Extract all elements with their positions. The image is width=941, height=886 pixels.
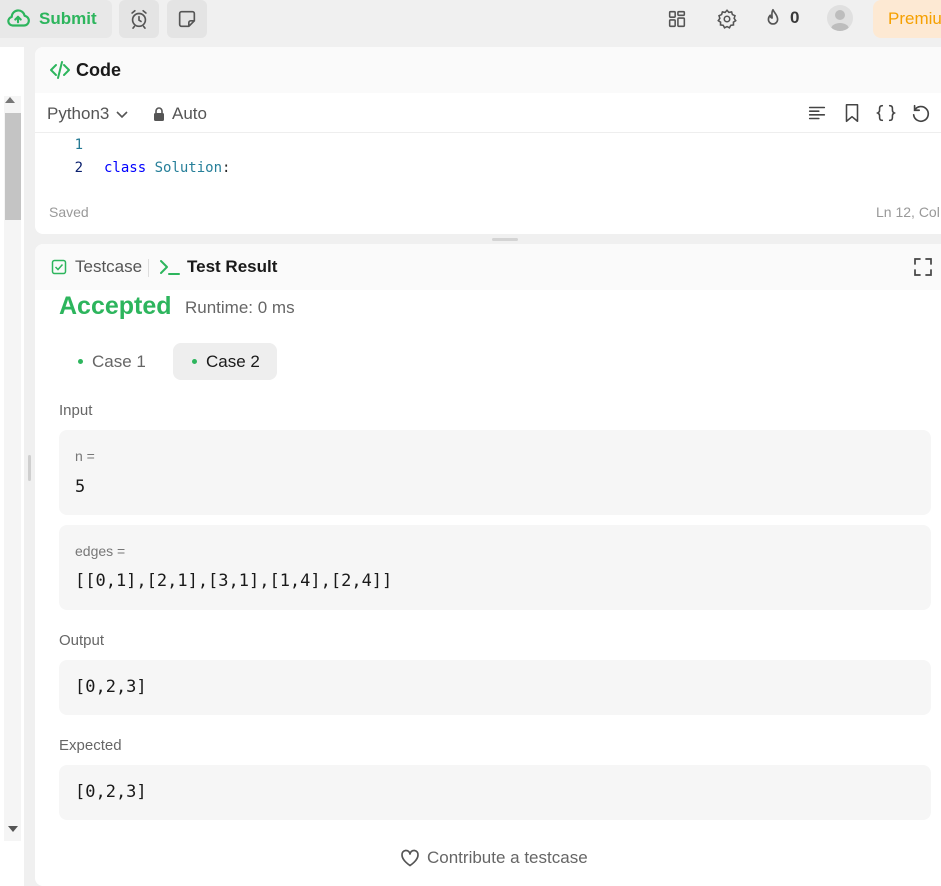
scroll-up-arrow-icon[interactable] xyxy=(5,97,15,103)
code-line: 1 xyxy=(35,135,941,158)
code-punctuation: : xyxy=(222,160,231,176)
output-box: [0,2,3] xyxy=(59,660,931,715)
terminal-icon xyxy=(160,260,180,275)
code-editor[interactable]: 1 2 class Solution: xyxy=(35,135,941,181)
note-button[interactable] xyxy=(167,0,207,38)
code-line: 2 class Solution: xyxy=(35,158,941,181)
code-text: class Solution: xyxy=(104,160,230,176)
line-number: 2 xyxy=(74,160,83,176)
gear-icon xyxy=(717,9,737,29)
line-number: 1 xyxy=(74,137,83,153)
note-icon xyxy=(178,10,196,28)
streak-count: 0 xyxy=(790,8,800,27)
scrollbar-thumb[interactable] xyxy=(5,113,21,220)
tab-test-result[interactable]: Test Result xyxy=(159,257,277,277)
output-value: [0,2,3] xyxy=(75,677,147,697)
alarm-clock-icon xyxy=(131,9,147,29)
verdict-label: Accepted xyxy=(59,292,172,320)
expand-icon[interactable] xyxy=(913,257,933,277)
premium-button[interactable]: Premiu xyxy=(873,0,941,38)
tab-test-result-label: Test Result xyxy=(187,257,278,276)
output-section-label: Output xyxy=(59,632,105,649)
layout-button[interactable] xyxy=(665,7,689,31)
result-panel-header: Testcase Test Result xyxy=(35,244,941,290)
input-var-value: [[0,1],[2,1],[3,1],[1,4],[2,4]] xyxy=(75,571,393,591)
format-icon[interactable] xyxy=(806,102,828,124)
input-var-name: edges = xyxy=(75,543,126,559)
pass-dot-icon xyxy=(78,359,83,364)
streak-counter[interactable]: 0 xyxy=(762,6,799,30)
cloud-upload-icon xyxy=(7,9,30,27)
fire-icon xyxy=(767,8,779,25)
input-section-label: Input xyxy=(59,402,93,419)
saved-status: Saved xyxy=(49,204,89,220)
case-tab-1[interactable]: Case 1 xyxy=(59,343,159,380)
code-icon xyxy=(50,61,70,79)
reset-icon[interactable] xyxy=(910,102,932,124)
cursor-position: Ln 12, Col xyxy=(876,204,940,220)
avatar[interactable] xyxy=(827,5,853,31)
input-box-n: n = 5 xyxy=(59,430,931,515)
tab-divider xyxy=(148,259,149,277)
curly-braces-icon[interactable] xyxy=(875,102,897,124)
code-panel-title: Code xyxy=(76,59,121,80)
code-panel-header: Code xyxy=(35,47,941,93)
input-var-value: 5 xyxy=(75,477,86,497)
case-tab-label: Case 1 xyxy=(92,351,146,371)
result-panel: Testcase Test Result Accepted Runtime: 0… xyxy=(35,244,941,886)
contribute-testcase-link[interactable]: Contribute a testcase xyxy=(400,848,588,868)
layout-grid-icon xyxy=(668,10,686,28)
language-selector[interactable]: Python3 xyxy=(47,104,129,124)
scroll-down-arrow-icon[interactable] xyxy=(8,826,18,832)
chevron-down-icon xyxy=(116,111,128,119)
code-panel: Code Python3 Auto 1 2 class Solution: Sa… xyxy=(35,47,941,234)
lock-icon xyxy=(154,107,164,121)
tab-testcase[interactable]: Testcase xyxy=(51,257,142,277)
contribute-label: Contribute a testcase xyxy=(427,848,588,867)
alarm-button[interactable] xyxy=(119,0,159,38)
expected-section-label: Expected xyxy=(59,737,122,754)
horizontal-resize-handle[interactable] xyxy=(492,238,518,241)
code-keyword: class xyxy=(104,160,147,176)
settings-button[interactable] xyxy=(715,7,739,31)
auto-mode-label: Auto xyxy=(172,104,207,123)
user-avatar-icon xyxy=(831,10,849,31)
submit-button[interactable]: Submit xyxy=(0,0,112,38)
code-class-name: Solution xyxy=(154,160,223,176)
input-box-edges: edges = [[0,1],[2,1],[3,1],[1,4],[2,4]] xyxy=(59,525,931,610)
checkbox-icon xyxy=(51,259,67,275)
top-bar: Submit 0 Premiu xyxy=(0,0,941,40)
language-label: Python3 xyxy=(47,104,110,123)
editor-toolbar: Python3 Auto xyxy=(35,93,941,133)
pass-dot-icon xyxy=(192,359,197,364)
expected-value: [0,2,3] xyxy=(75,782,147,802)
vertical-resize-handle[interactable] xyxy=(28,455,31,481)
auto-mode-toggle[interactable]: Auto xyxy=(153,104,207,124)
case-tab-2[interactable]: Case 2 xyxy=(173,343,277,380)
tab-testcase-label: Testcase xyxy=(75,257,143,276)
heart-icon xyxy=(401,849,419,867)
case-tab-label: Case 2 xyxy=(206,351,260,371)
input-var-name: n = xyxy=(75,448,95,464)
submit-label: Submit xyxy=(39,9,97,28)
runtime-label: Runtime: 0 ms xyxy=(185,298,295,317)
bookmark-icon[interactable] xyxy=(841,102,863,124)
expected-box: [0,2,3] xyxy=(59,765,931,820)
